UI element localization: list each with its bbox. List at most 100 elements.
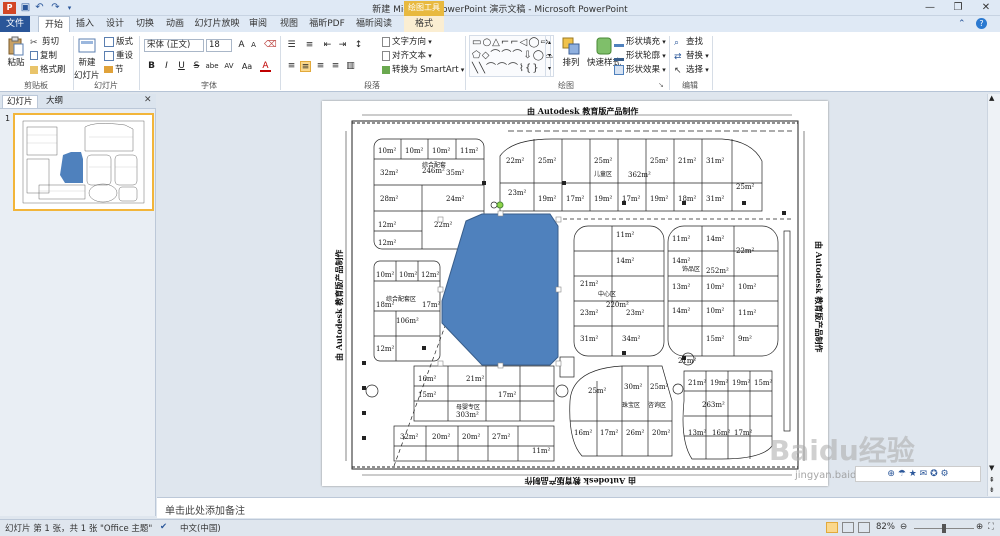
paste-button[interactable]: 粘贴 <box>1 36 31 68</box>
close-pane-icon[interactable]: ✕ <box>144 95 152 105</box>
columns-icon[interactable]: ▥ <box>345 61 356 72</box>
shape-effects-button[interactable]: 形状效果 ▾ <box>614 64 666 77</box>
booth-label: 303m² <box>456 411 479 419</box>
tab-foxit-pdf[interactable]: 福昕PDF <box>307 16 347 32</box>
save-icon[interactable]: ▣ <box>19 2 32 14</box>
scroll-down-icon[interactable]: ▼ <box>989 464 994 472</box>
next-slide-icon[interactable]: ⇟ <box>989 486 995 494</box>
powerpoint-app-icon[interactable]: P <box>3 2 16 14</box>
underline-button[interactable]: U <box>176 61 187 72</box>
restore-button[interactable]: ❐ <box>944 1 972 15</box>
proofing-icon[interactable]: ✔ <box>160 522 167 532</box>
drawing-dialog-launcher-icon[interactable]: ↘ <box>658 81 664 89</box>
change-case-button[interactable]: Aa <box>240 61 254 72</box>
group-label-font: 字体 <box>201 81 217 90</box>
italic-button[interactable]: I <box>161 61 172 72</box>
justify-icon[interactable]: ≡ <box>330 61 341 72</box>
reading-view-icon[interactable] <box>858 522 870 533</box>
decrease-indent-icon[interactable]: ⇤ <box>322 40 333 51</box>
numbering-icon[interactable]: ≡ <box>304 40 315 51</box>
align-text-button[interactable]: 对齐文本 ▾ <box>382 50 432 63</box>
slide-thumbnail[interactable] <box>13 113 154 211</box>
smartart-button[interactable]: 转换为 SmartArt ▾ <box>382 64 464 77</box>
text-direction-button[interactable]: 文字方向 ▾ <box>382 36 432 49</box>
booth-label: 18m² <box>678 195 697 203</box>
tab-transitions[interactable]: 切换 <box>132 16 158 32</box>
align-right-icon[interactable]: ≡ <box>315 61 326 72</box>
strikethrough-button[interactable]: S <box>191 61 202 72</box>
share-toolbar[interactable]: ⊕ ☂ ★ ✉ ✪ ⚙ <box>855 466 981 482</box>
customize-qat-icon[interactable]: ▾ <box>63 2 76 14</box>
zoom-level[interactable]: 82% <box>876 522 895 532</box>
tab-design[interactable]: 设计 <box>102 16 128 32</box>
tab-outline-pane[interactable]: 大纲 <box>42 95 67 108</box>
line-spacing-icon[interactable]: ↕ <box>353 40 364 51</box>
tab-slides-pane[interactable]: 幻灯片 <box>2 95 38 108</box>
help-icon[interactable]: ? <box>976 18 987 29</box>
align-center-icon[interactable]: ≡ <box>300 61 311 72</box>
find-button[interactable]: ⌕ 查找 <box>674 36 703 49</box>
shape-outline-button[interactable]: 形状轮廓 ▾ <box>614 50 666 63</box>
previous-slide-icon[interactable]: ⇞ <box>989 476 995 484</box>
zoom-slider-thumb[interactable] <box>942 524 946 533</box>
context-tab-group-label: 绘图工具 <box>404 1 444 16</box>
replace-button[interactable]: ⇄ 替换 ▾ <box>674 50 709 63</box>
slide-sorter-icon[interactable] <box>842 522 854 533</box>
tab-view[interactable]: 视图 <box>276 16 302 32</box>
clear-format-icon[interactable]: ⌫ <box>264 40 277 51</box>
close-button[interactable]: ✕ <box>972 1 1000 15</box>
select-button[interactable]: ↖ 选择 ▾ <box>674 64 709 77</box>
zoom-in-icon[interactable]: ⊕ <box>976 522 983 532</box>
fit-to-window-icon[interactable]: ⛶ <box>988 522 994 532</box>
tab-home[interactable]: 开始 <box>38 16 70 32</box>
bullets-icon[interactable]: ☰ <box>286 40 297 51</box>
minimize-ribbon-icon[interactable]: ⌃ <box>958 19 966 29</box>
zoom-out-icon[interactable]: ⊖ <box>900 522 907 532</box>
notes-placeholder[interactable]: 单击此处添加备注 <box>165 502 245 517</box>
tab-review[interactable]: 审阅 <box>245 16 271 32</box>
shapes-gallery[interactable]: ▭○△⌐⌐◁◯⇨ ⬠◇⌒⌒⌒⇩◯⌓ ╲╲⌒⌒⌒⌇{} <box>469 35 553 77</box>
tab-animations[interactable]: 动画 <box>162 16 188 32</box>
booth-label: 17m² <box>566 195 585 203</box>
align-left-icon[interactable]: ≡ <box>286 61 297 72</box>
tab-foxit-reader[interactable]: 福昕阅读器 <box>352 16 396 45</box>
increase-indent-icon[interactable]: ⇥ <box>337 40 348 51</box>
slide-count-status: 幻灯片 第 1 张，共 1 张 <box>5 524 98 534</box>
shape-fill-button[interactable]: 形状填充 ▾ <box>614 36 666 49</box>
scroll-up-icon[interactable]: ▲ <box>989 94 994 102</box>
tab-file[interactable]: 文件 <box>0 16 30 32</box>
layout-button[interactable]: 版式 <box>104 36 133 49</box>
shadow-button[interactable]: abe <box>204 61 220 72</box>
char-spacing-button[interactable]: AV <box>222 61 236 72</box>
zone-label: 珠宝区 <box>622 401 640 409</box>
font-name-combo[interactable]: 宋体 (正文) <box>144 39 204 52</box>
minimize-button[interactable]: — <box>916 1 944 15</box>
grow-font-icon[interactable]: A <box>236 40 247 51</box>
language-status[interactable]: 中文(中国) <box>180 522 221 534</box>
font-color-button[interactable]: A <box>260 61 271 72</box>
vertical-scrollbar[interactable]: ▲ ▼ ⇞ ⇟ <box>987 94 1000 496</box>
font-size-combo[interactable]: 18 <box>206 39 232 52</box>
section-button[interactable]: 节 <box>104 64 124 77</box>
slide-canvas[interactable]: 由 Autodesk 教育版产品制作 由 Autodesk 教育版产品制作 由 … <box>322 101 828 486</box>
tab-slideshow[interactable]: 幻灯片放映 <box>193 16 241 32</box>
find-label: 查找 <box>686 37 704 47</box>
undo-icon[interactable]: ↶ <box>33 2 46 14</box>
format-painter-button[interactable]: 格式刷 <box>30 64 66 77</box>
reset-button[interactable]: 重设 <box>104 50 133 63</box>
shrink-font-icon[interactable]: A <box>248 40 259 51</box>
arrange-button[interactable]: 排列 <box>556 36 586 68</box>
notes-pane[interactable]: 单击此处添加备注 <box>157 497 1000 518</box>
new-slide-button[interactable]: 新建 <box>76 36 98 68</box>
redo-icon[interactable]: ↷ <box>49 2 62 14</box>
copy-button[interactable]: 复制 <box>30 50 57 63</box>
bold-button[interactable]: B <box>146 61 157 72</box>
normal-view-icon[interactable] <box>826 522 838 533</box>
shapes-gallery-scroll[interactable]: ▴ ▾ ▾ <box>545 35 554 77</box>
tab-insert[interactable]: 插入 <box>72 16 98 32</box>
booth-label: 17m² <box>734 429 753 437</box>
booth-label: 21m² <box>678 357 697 365</box>
cut-button[interactable]: ✂ 剪切 <box>30 36 59 49</box>
tab-format[interactable]: 格式 <box>404 16 444 32</box>
booth-label: 28m² <box>380 195 399 203</box>
